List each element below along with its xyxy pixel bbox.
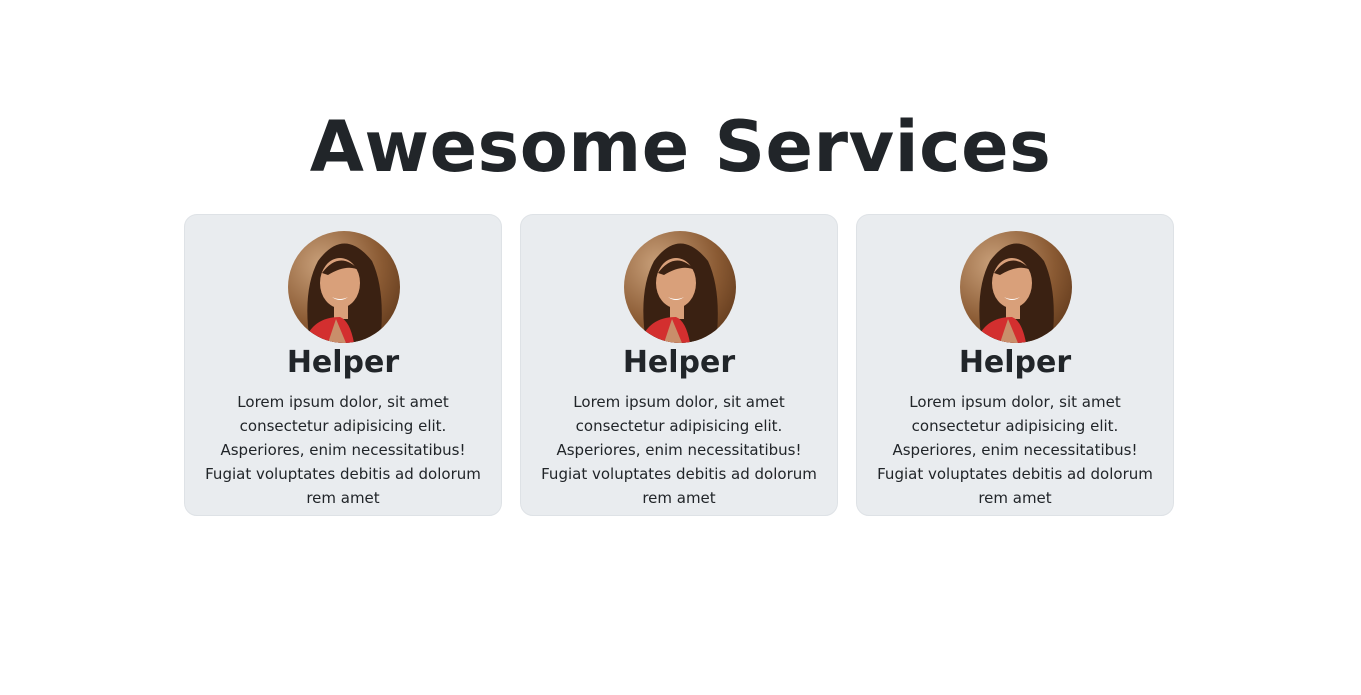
card-description: Lorem ipsum dolor, sit amet consectetur …: [205, 393, 481, 507]
card-title: Helper: [286, 345, 400, 380]
card-description: Lorem ipsum dolor, sit amet consectetur …: [877, 393, 1153, 507]
services-page: Awesome Services Helper Lorem ipsum dolo…: [0, 0, 1361, 695]
service-card: Helper Lorem ipsum dolor, sit amet conse…: [184, 214, 502, 516]
card-title: Helper: [622, 345, 736, 380]
service-card: Helper Lorem ipsum dolor, sit amet conse…: [856, 214, 1174, 516]
avatar: [624, 231, 736, 343]
card-title: Helper: [958, 345, 1072, 380]
service-card: Helper Lorem ipsum dolor, sit amet conse…: [520, 214, 838, 516]
portrait-image: [960, 231, 1072, 343]
portrait-image: [624, 231, 736, 343]
avatar: [288, 231, 400, 343]
portrait-image: [288, 231, 400, 343]
page-title: Awesome Services: [309, 106, 1052, 188]
card-description: Lorem ipsum dolor, sit amet consectetur …: [541, 393, 817, 507]
avatar: [960, 231, 1072, 343]
services-card-row: Helper Lorem ipsum dolor, sit amet conse…: [184, 214, 1176, 518]
